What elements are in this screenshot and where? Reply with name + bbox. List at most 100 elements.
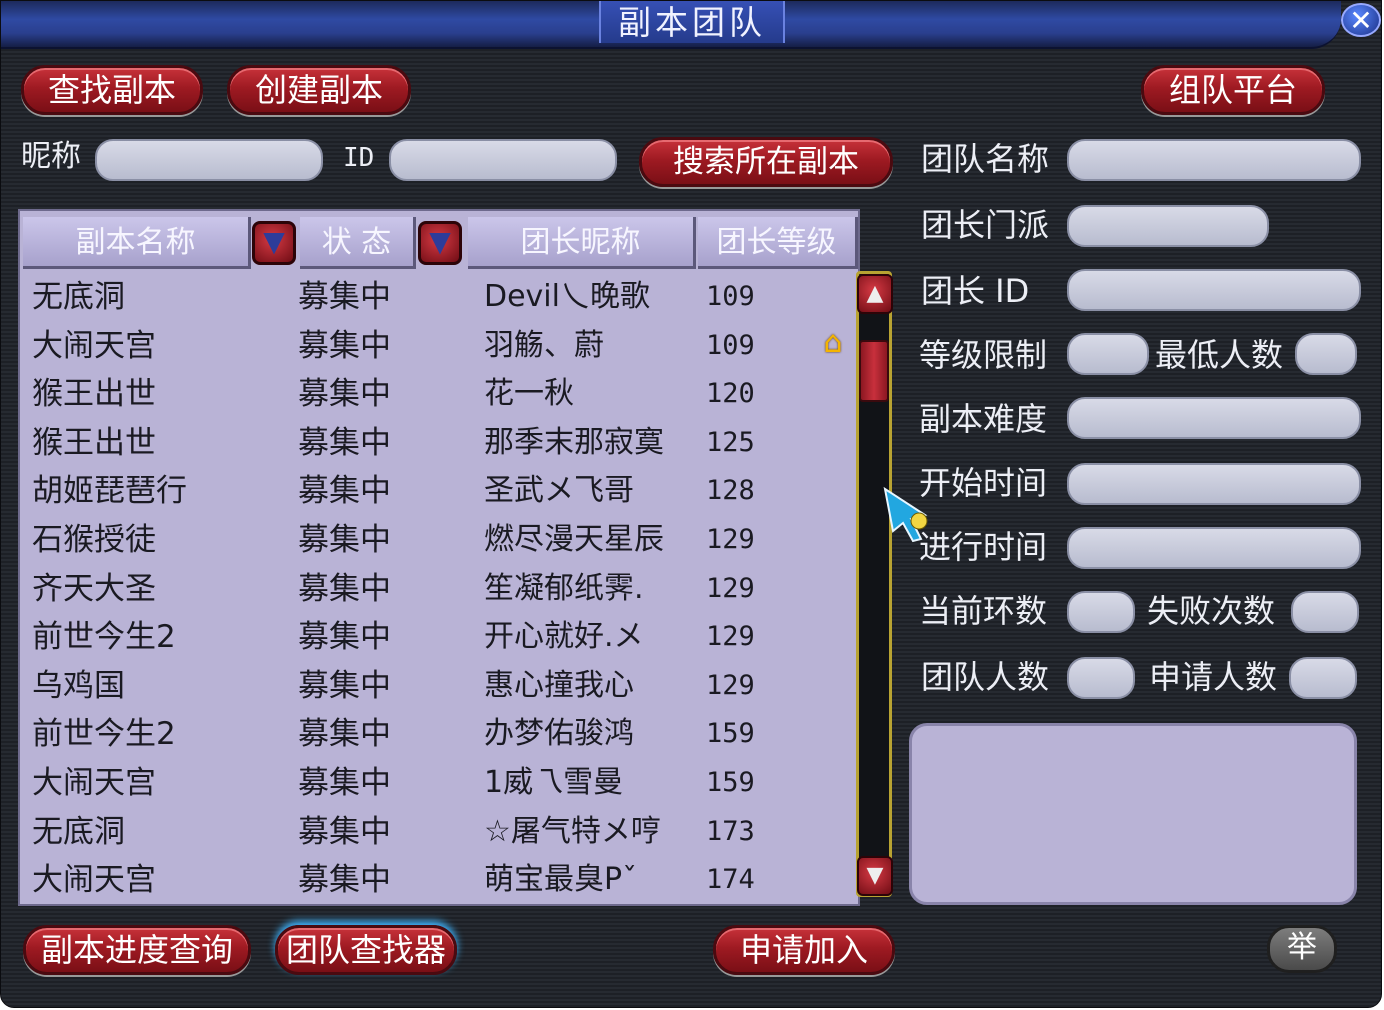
cell-dungeon-name: 无底洞 (32, 813, 125, 850)
report-button[interactable]: 举 (1267, 925, 1337, 973)
fail-count-field (1291, 591, 1359, 633)
table-row[interactable]: 石猴授徒 募集中 燃尽漫天星辰 129 (20, 516, 856, 564)
difficulty-field (1067, 397, 1361, 439)
table-row[interactable]: 猴王出世 募集中 那季末那寂寞 125 (20, 419, 856, 467)
scroll-down-button[interactable]: ▼ (857, 856, 893, 896)
table-row[interactable]: 乌鸡国 募集中 惠心撞我心 129 (20, 662, 856, 710)
cell-dungeon-name: 乌鸡国 (32, 667, 125, 704)
table-row[interactable]: 齐天大圣 募集中 笙凝郁纸霁. 129 (20, 565, 856, 613)
cell-dungeon-name: 大闹天宫 (32, 862, 156, 899)
level-limit-label: 等级限制 (919, 336, 1048, 374)
id-input[interactable] (389, 139, 617, 181)
apply-join-button[interactable]: 申请加入 (713, 925, 895, 975)
cell-leader-nickname: 燃尽漫天星辰 (484, 522, 664, 557)
sort-dropdown-status[interactable]: ▼ (418, 221, 462, 265)
leader-school-label: 团长门派 (921, 206, 1050, 244)
cell-dungeon-name: 前世今生2 (32, 716, 176, 753)
cell-leader-nickname: 惠心撞我心 (484, 667, 634, 703)
cell-leader-nickname: ☆屠气特メ哼 (484, 813, 661, 849)
dungeon-progress-button[interactable]: 副本进度查询 (23, 925, 251, 975)
header-leader-nickname[interactable]: 团长昵称 (468, 217, 696, 269)
search-dungeon-button[interactable]: 搜索所在副本 (639, 137, 893, 187)
cell-leader-nickname: 圣武メ飞哥 (484, 473, 634, 509)
elapsed-time-label: 进行时间 (919, 528, 1048, 566)
cell-status: 募集中 (298, 522, 391, 558)
cell-leader-level: 109 (706, 281, 755, 312)
cell-leader-nickname: 那季末那寂寞 (484, 424, 664, 460)
cell-leader-level: 174 (706, 864, 755, 896)
dungeon-list: 副本名称 ▼ 状 态 ▼ 团长昵称 团长等级 无底洞 募集中 Devil乀晚歌 109… (18, 209, 860, 906)
cell-leader-level: 109 (706, 329, 755, 361)
cell-status: 募集中 (298, 862, 391, 899)
team-name-field (1067, 139, 1361, 181)
table-row[interactable]: 前世今生2 募集中 办梦佑骏鸿 159 (20, 710, 856, 758)
scroll-up-button[interactable]: ▲ (857, 274, 893, 314)
cell-status: 募集中 (298, 813, 391, 850)
cell-leader-level: 129 (706, 524, 755, 555)
team-name-label: 团队名称 (921, 140, 1050, 178)
header-status[interactable]: 状 态 (300, 217, 416, 269)
id-label: ID (343, 143, 375, 173)
close-button[interactable]: ✕ (1341, 3, 1381, 37)
cell-status: 募集中 (298, 667, 391, 704)
team-finder-button[interactable]: 团队查找器 (275, 925, 457, 975)
team-platform-button[interactable]: 组队平台 (1141, 65, 1325, 115)
header-dungeon-name[interactable]: 副本名称 (23, 217, 251, 269)
leader-id-field (1067, 269, 1361, 311)
table-row[interactable]: 无底洞 募集中 ☆屠气特メ哼 173 (20, 808, 856, 856)
cell-dungeon-name: 无底洞 (32, 279, 125, 315)
title-bar[interactable]: 副本团队 (1, 1, 1341, 49)
table-row[interactable]: 无底洞 募集中 Devil乀晚歌 109 (20, 273, 856, 321)
cell-leader-level: 129 (706, 572, 755, 604)
list-scrollbar[interactable]: ▲ ▼ (856, 271, 893, 897)
cell-leader-nickname: 开心就好.メ (484, 619, 644, 655)
nickname-label: 昵称 (21, 139, 81, 174)
table-row[interactable]: 大闹天宫 募集中 萌宝最臭Pˇ 174 (20, 856, 856, 904)
cell-leader-nickname: 办梦佑骏鸿 (484, 716, 634, 752)
cell-status: 募集中 (298, 424, 391, 461)
find-dungeon-button[interactable]: 查找副本 (21, 65, 203, 115)
cell-status: 募集中 (298, 327, 391, 364)
cell-status: 募集中 (298, 570, 391, 607)
scroll-thumb[interactable] (859, 340, 889, 402)
table-row[interactable]: 胡姬琵琶行 募集中 圣武メ飞哥 128 (20, 467, 856, 515)
table-row[interactable]: 猴王出世 募集中 花一秋 120 (20, 370, 856, 418)
table-row[interactable]: 大闹天宫 募集中 羽觞、蔚 109 (20, 322, 856, 370)
cell-dungeon-name: 齐天大圣 (32, 570, 156, 607)
min-people-field (1295, 333, 1357, 375)
cell-leader-nickname: 羽觞、蔚 (484, 327, 604, 363)
cell-status: 募集中 (298, 716, 391, 753)
table-row[interactable]: 前世今生2 募集中 开心就好.メ 129 (20, 613, 856, 661)
cell-leader-level: 129 (706, 621, 755, 653)
sort-dropdown-name[interactable]: ▼ (252, 221, 296, 265)
cell-leader-nickname: 花一秋 (484, 376, 574, 412)
cell-status: 募集中 (298, 619, 391, 656)
cell-leader-level: 159 (706, 767, 755, 798)
table-row[interactable]: 大闹天宫 募集中 1威乁雪曼 159 (20, 759, 856, 807)
current-round-field (1067, 591, 1135, 633)
cell-status: 募集中 (298, 473, 391, 510)
create-dungeon-button[interactable]: 创建副本 (227, 65, 411, 115)
cell-status: 募集中 (298, 765, 391, 801)
current-round-label: 当前环数 (919, 592, 1048, 630)
start-time-label: 开始时间 (919, 464, 1048, 502)
cell-dungeon-name: 大闹天宫 (32, 765, 156, 801)
cell-leader-level: 120 (706, 378, 755, 410)
cell-dungeon-name: 猴王出世 (32, 376, 156, 413)
min-people-label: 最低人数 (1155, 336, 1284, 374)
fail-count-label: 失败次数 (1147, 592, 1276, 630)
start-time-field (1067, 463, 1361, 505)
cell-dungeon-name: 猴王出世 (32, 424, 156, 461)
cell-status: 募集中 (298, 279, 391, 315)
nickname-input[interactable] (95, 139, 323, 181)
level-limit-field (1067, 333, 1149, 375)
cell-dungeon-name: 胡姬琵琶行 (32, 473, 187, 510)
leader-school-field (1067, 205, 1269, 247)
home-up-icon[interactable]: ⌂ (815, 327, 851, 359)
apply-count-label: 申请人数 (1149, 658, 1278, 696)
cell-dungeon-name: 石猴授徒 (32, 522, 156, 558)
dungeon-team-window: 副本团队 ✕ 查找副本 创建副本 组队平台 昵称 ID 搜索所在副本 副本名称 … (0, 0, 1382, 1008)
team-size-label: 团队人数 (921, 658, 1050, 696)
header-leader-level[interactable]: 团长等级 (698, 217, 858, 269)
cell-leader-level: 129 (706, 669, 755, 701)
